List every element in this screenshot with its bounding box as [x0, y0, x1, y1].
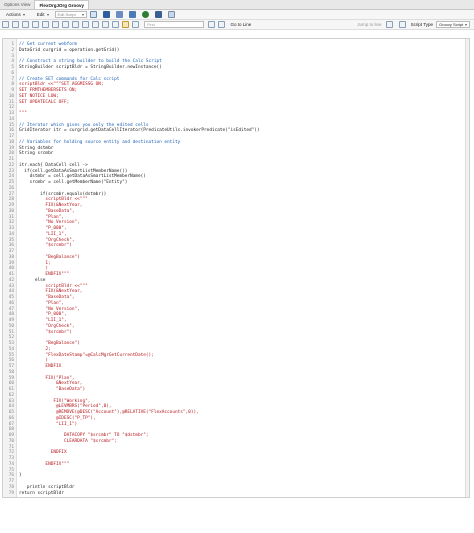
- uncomment-icon[interactable]: [61, 21, 69, 28]
- cut-icon[interactable]: [21, 21, 29, 28]
- code-text: "BaseData"): [19, 387, 86, 392]
- code-text: ENDFIX""": [19, 461, 70, 467]
- copy-icon[interactable]: [31, 21, 39, 28]
- line-number: 79: [8, 490, 14, 496]
- find-next-icon[interactable]: [218, 21, 225, 28]
- code-text: "LII_1"): [19, 421, 78, 427]
- validate-icon[interactable]: [141, 11, 149, 18]
- actions-menu-label: Actions: [6, 12, 21, 17]
- code-text: ENDFIX: [19, 450, 67, 456]
- comment-icon[interactable]: [51, 21, 59, 28]
- script-type-value: Groovy Script: [439, 22, 464, 27]
- code-text: return scriptBldr: [19, 490, 64, 496]
- menu-bar: Actions Edit Edit Script: [0, 10, 474, 20]
- script-type-label: Script Type: [410, 22, 433, 27]
- jump-to-line-input[interactable]: Jump to line: [357, 22, 381, 27]
- chevron-down-icon: [46, 13, 49, 16]
- import-icon[interactable]: [128, 11, 136, 18]
- go-to-line-button[interactable]: Go to Line: [231, 22, 252, 27]
- paste-icon[interactable]: [41, 21, 49, 28]
- actions-menu[interactable]: Actions: [0, 12, 31, 17]
- chevron-down-icon: [465, 23, 467, 26]
- script-select[interactable]: Edit Script: [54, 11, 87, 18]
- code-text: SET UPDATECALC OFF;: [19, 99, 70, 105]
- code-text: "$srcmbr"): [19, 243, 72, 249]
- code-text: CLEARDATA "$srcmbr";: [19, 438, 117, 444]
- code-text: ENDFIX: [19, 364, 62, 369]
- script-select-label: Edit Script: [57, 12, 76, 17]
- editor-toolbar: Find Go to Line Jump to line Script Type…: [0, 20, 474, 30]
- script-type-select[interactable]: Groovy Script: [436, 21, 470, 28]
- code-text: GridIterator itr = curgrid.getDataCellIt…: [19, 128, 260, 134]
- highlight-icon[interactable]: [121, 21, 129, 28]
- chevron-down-icon: [22, 13, 25, 16]
- tab-options-view[interactable]: Options View: [0, 0, 34, 9]
- edit-menu[interactable]: Edit: [31, 12, 55, 17]
- save-icon[interactable]: [102, 11, 110, 18]
- tab-flexorg-groovy[interactable]: FlexOrgJOrg Groovy: [34, 0, 89, 9]
- format-icon[interactable]: [71, 21, 79, 28]
- edit-menu-label: Edit: [36, 12, 45, 17]
- function-selector-icon[interactable]: [91, 21, 99, 28]
- find-prev-icon[interactable]: [208, 21, 215, 28]
- deploy-icon[interactable]: [154, 11, 162, 18]
- code-text: """: [19, 111, 27, 116]
- chevron-down-icon: [81, 13, 84, 16]
- code-text: "$srcmbr"): [19, 329, 72, 335]
- smartlist-selector-icon[interactable]: [111, 21, 119, 28]
- help-icon[interactable]: [167, 11, 175, 18]
- redo-icon[interactable]: [11, 21, 19, 28]
- vertical-scrollbar[interactable]: [465, 39, 469, 497]
- code-editor[interactable]: 1// Get current webform 2 DataGrid curgrid…: [2, 38, 470, 498]
- find-placeholder: Find: [147, 22, 155, 27]
- variable-selector-icon[interactable]: [101, 21, 109, 28]
- find-input[interactable]: Find: [144, 21, 204, 28]
- undo-icon[interactable]: [1, 21, 9, 28]
- tab-bar: Options View FlexOrgJOrg Groovy: [0, 0, 474, 10]
- code-text: }: [19, 473, 22, 479]
- toolbar-right-group: Jump to line Script Type Groovy Script: [357, 21, 470, 28]
- export-icon[interactable]: [115, 11, 123, 18]
- search-icon[interactable]: [131, 21, 139, 28]
- member-selector-icon[interactable]: [81, 21, 89, 28]
- code-text: srcmbr = cell.getMemberName("Entity"): [19, 180, 128, 185]
- code-text: DataGrid curgrid = operation.getGrid(): [19, 47, 120, 53]
- new-icon[interactable]: [89, 11, 97, 18]
- settings-icon[interactable]: [399, 21, 407, 28]
- code-text: StringBuilder scriptBldr = StringBuilder…: [19, 65, 162, 70]
- code-text: String srcmbr: [19, 151, 54, 157]
- jump-icon[interactable]: [386, 21, 394, 28]
